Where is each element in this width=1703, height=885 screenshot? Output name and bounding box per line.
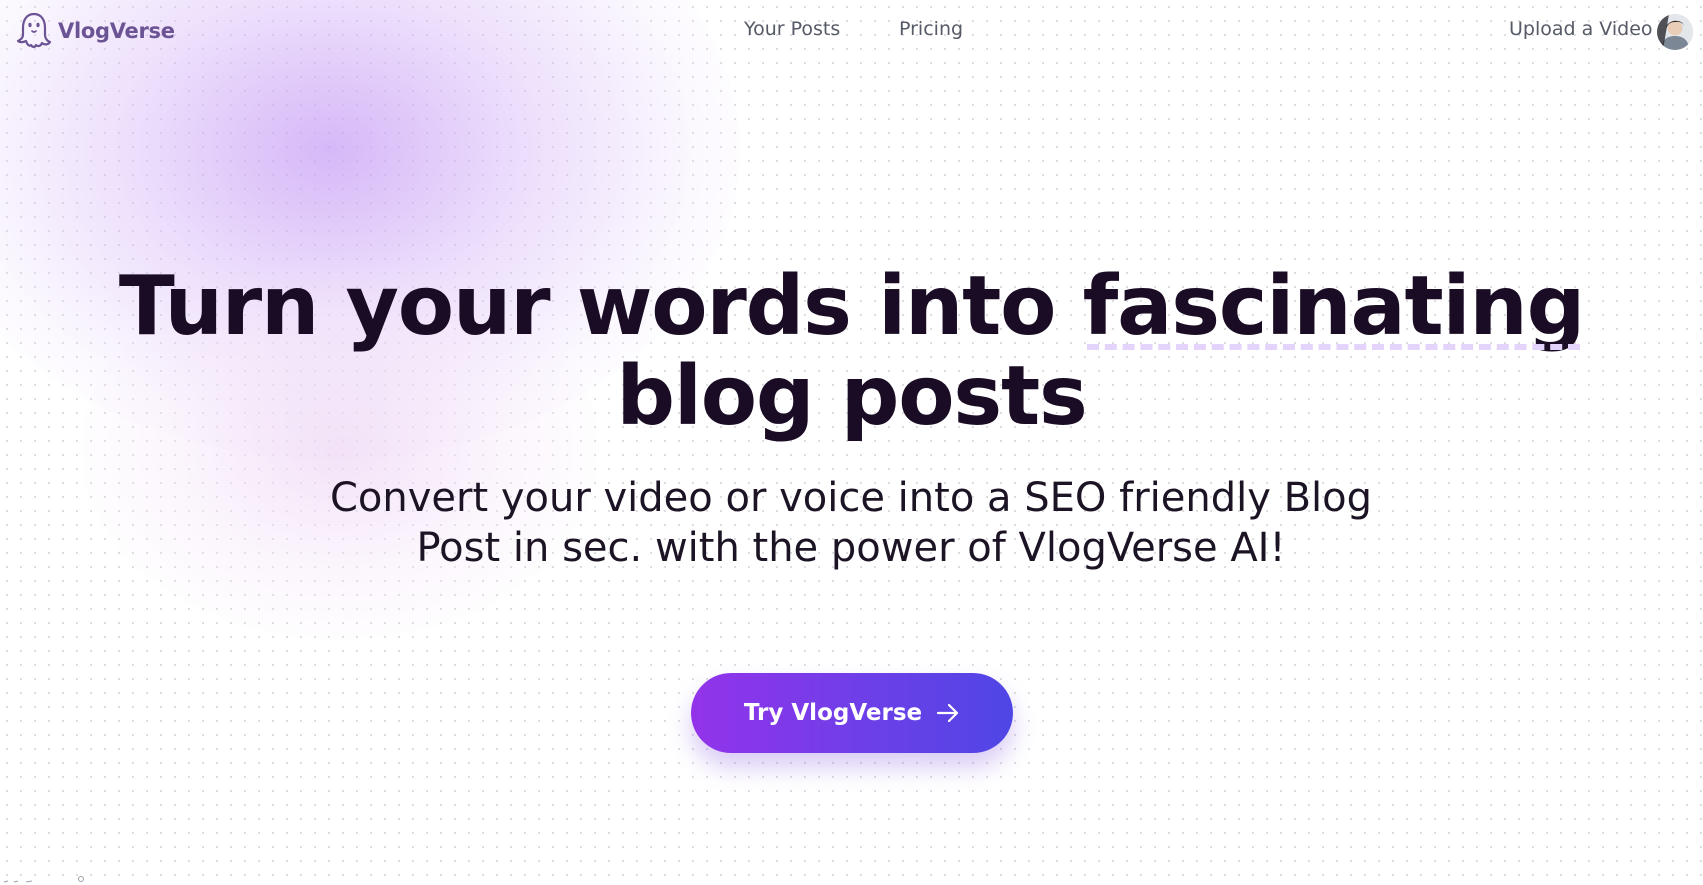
nav-pricing[interactable]: Pricing: [899, 18, 963, 40]
hero-heading-part1: Turn your words into: [118, 259, 1083, 354]
upload-video-link[interactable]: Upload a Video: [1509, 18, 1653, 40]
landing-page: VlogVerse Your Posts Pricing Upload a Vi…: [0, 0, 1703, 885]
cta-label: Try VlogVerse: [743, 700, 923, 726]
hero-heading-accent: fascinating: [1082, 259, 1586, 354]
hero-subtitle: Convert your video or voice into a SEO f…: [329, 475, 1373, 571]
hero-heading: Turn your words into fascinating blog pos…: [0, 262, 1703, 442]
brand-logo-link[interactable]: VlogVerse: [16, 11, 175, 51]
brand-name: VlogVerse: [58, 19, 175, 43]
nav-your-posts[interactable]: Your Posts: [744, 18, 840, 40]
ghost-icon: [16, 11, 52, 51]
try-vlogverse-button[interactable]: Try VlogVerse: [691, 673, 1013, 753]
hero-heading-part2: blog posts: [616, 349, 1087, 444]
cursor-artifact-icon: [3, 876, 84, 883]
user-avatar[interactable]: [1657, 14, 1693, 50]
top-navbar: VlogVerse Your Posts Pricing Upload a Vi…: [0, 0, 1703, 64]
arrow-right-icon: [936, 703, 960, 723]
